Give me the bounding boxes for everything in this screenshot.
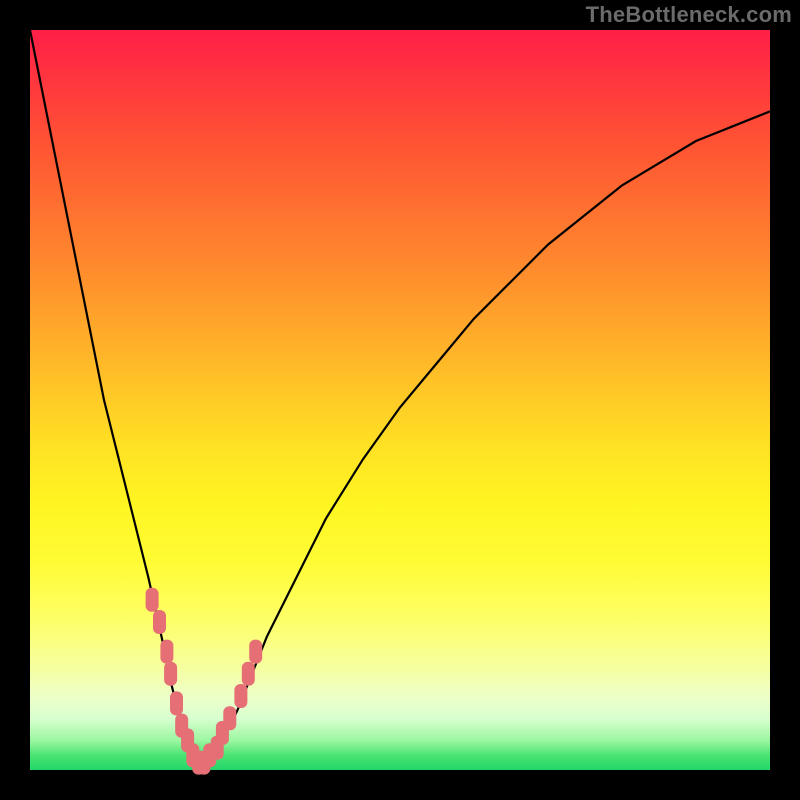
marker-point: [170, 691, 183, 715]
watermark-text: TheBottleneck.com: [586, 2, 792, 28]
marker-point: [146, 588, 159, 612]
bottleneck-curve: [30, 30, 770, 763]
curve-svg: [30, 30, 770, 770]
plot-area: [30, 30, 770, 770]
marker-group: [146, 588, 263, 775]
marker-point: [249, 640, 262, 664]
chart-frame: TheBottleneck.com: [0, 0, 800, 800]
marker-point: [153, 610, 166, 634]
marker-point: [164, 662, 177, 686]
marker-point: [223, 706, 236, 730]
marker-point: [234, 684, 247, 708]
marker-point: [242, 662, 255, 686]
marker-point: [160, 640, 173, 664]
